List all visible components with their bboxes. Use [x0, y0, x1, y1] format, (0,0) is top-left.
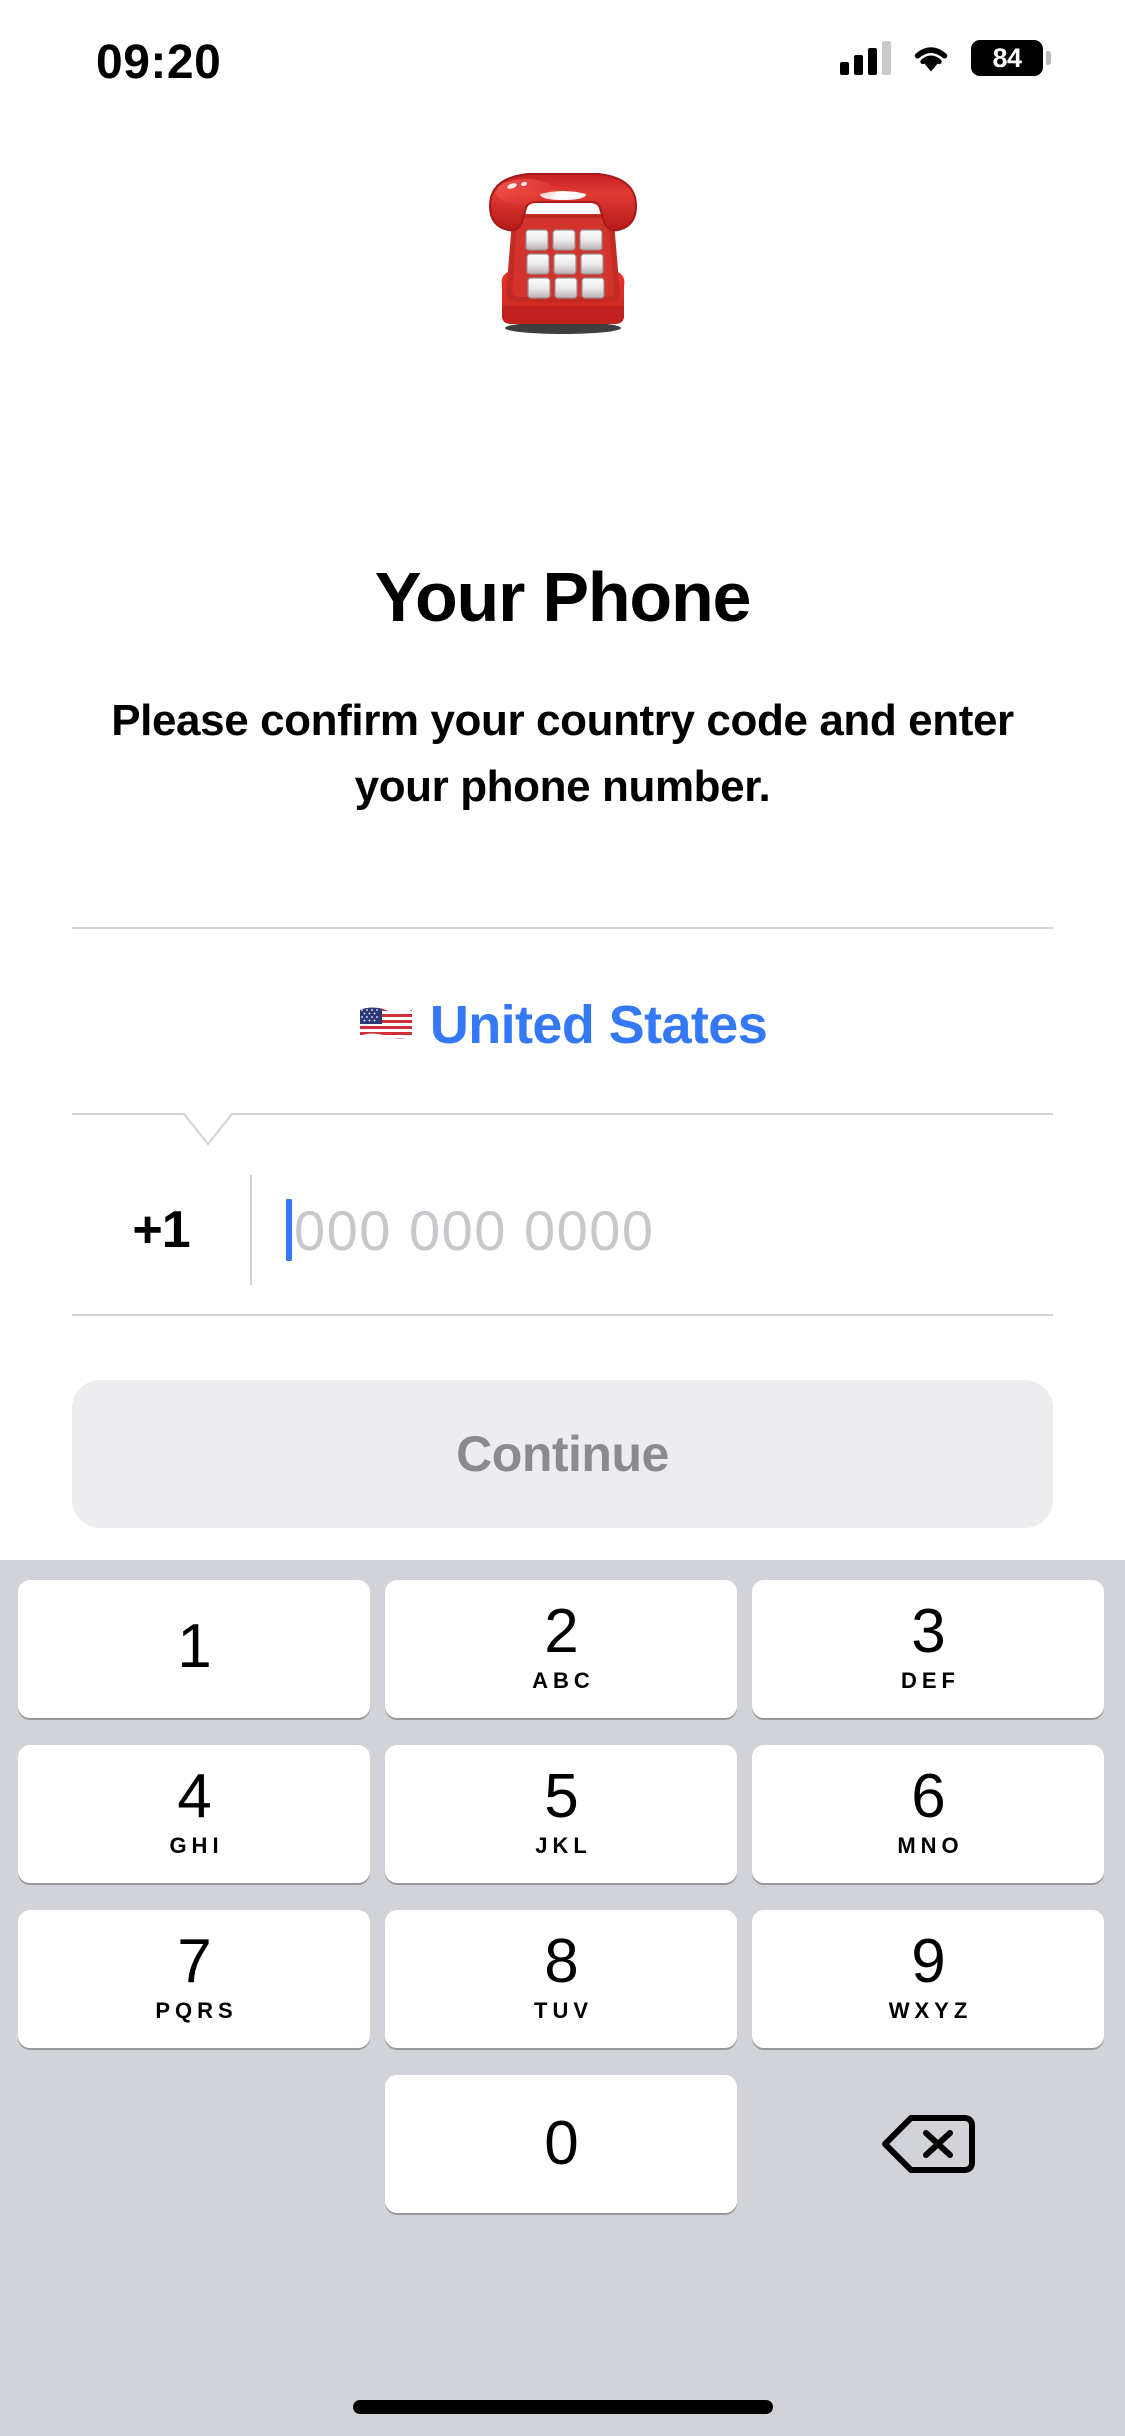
delete-backspace-icon[interactable] — [752, 2075, 1104, 2213]
continue-button[interactable]: Continue — [72, 1380, 1053, 1528]
keypad-letters: PQRS — [155, 1998, 238, 2023]
keypad-digit: 3 — [911, 1597, 945, 1666]
keypad-key-7[interactable]: 7 PQRS — [18, 1910, 370, 2048]
keypad-key-1[interactable]: 1 — [18, 1580, 370, 1718]
numeric-keypad: 1 2 ABC 3 DEF 4 GHI 5 JKL 6 MNO 7 PQRS 8… — [0, 1560, 1125, 2436]
keypad-key-3[interactable]: 3 DEF — [752, 1580, 1104, 1718]
country-selector[interactable]: United States — [72, 980, 1053, 1070]
keypad-key-2[interactable]: 2 ABC — [385, 1580, 737, 1718]
keypad-key-6[interactable]: 6 MNO — [752, 1745, 1104, 1883]
cellular-signal-icon — [840, 41, 891, 75]
keypad-key-9[interactable]: 9 WXYZ — [752, 1910, 1104, 2048]
keypad-digit: 1 — [177, 1612, 211, 1681]
keypad-digit: 9 — [911, 1927, 945, 1996]
keypad-key-4[interactable]: 4 GHI — [18, 1745, 370, 1883]
telephone-emoji — [0, 148, 1125, 340]
keypad-letters: JKL — [535, 1833, 592, 1858]
text-cursor — [286, 1199, 292, 1261]
status-bar-time: 09:20 — [96, 36, 222, 89]
country-code-label: +1 — [132, 1201, 190, 1259]
phone-number-placeholder: 000 000 0000 — [294, 1198, 655, 1262]
status-bar: 09:20 84 — [0, 0, 1125, 132]
keypad-letters: WXYZ — [888, 1998, 973, 2023]
keypad-letters: GHI — [169, 1833, 224, 1858]
status-bar-indicators: 84 — [840, 40, 1051, 76]
keypad-letters: MNO — [897, 1833, 964, 1858]
divider-above-country — [72, 927, 1053, 929]
page-subtitle: Please confirm your country code and ent… — [111, 696, 1014, 811]
keypad-digit: 2 — [544, 1597, 578, 1666]
keypad-grid: 1 2 ABC 3 DEF 4 GHI 5 JKL 6 MNO 7 PQRS 8… — [18, 1580, 1107, 2213]
battery-icon: 84 — [971, 40, 1051, 76]
keypad-letters: DEF — [901, 1668, 960, 1693]
keypad-digit: 6 — [911, 1762, 945, 1831]
keypad-letters: ABC — [532, 1668, 595, 1693]
keypad-digit: 0 — [544, 2109, 578, 2178]
keypad-digit: 7 — [177, 1927, 211, 1996]
keypad-key-5[interactable]: 5 JKL — [385, 1745, 737, 1883]
battery-level-label: 84 — [992, 42, 1022, 73]
keypad-blank-cell — [18, 2075, 370, 2213]
keypad-key-0[interactable]: 0 — [385, 2075, 737, 2213]
continue-button-label: Continue — [456, 1426, 669, 1482]
keypad-digit: 8 — [544, 1927, 578, 1996]
home-indicator — [352, 2400, 773, 2414]
page-title: Your Phone — [374, 558, 752, 636]
phone-number-entry-screen: 09:20 84 Your Phone Please confirm your … — [0, 0, 1125, 2436]
keypad-digit: 5 — [544, 1762, 578, 1831]
divider-below-phone — [72, 1314, 1053, 1316]
keypad-key-8[interactable]: 8 TUV — [385, 1910, 737, 2048]
country-name-label: United States — [429, 995, 768, 1055]
phone-number-row[interactable]: +1 000 000 0000 — [72, 1170, 1053, 1290]
divider-with-chevron-notch — [72, 1100, 1053, 1160]
keypad-digit: 4 — [177, 1762, 211, 1831]
wifi-icon — [909, 41, 953, 75]
us-flag-icon — [358, 1005, 414, 1045]
keypad-letters: TUV — [534, 1998, 593, 2023]
phone-number-input[interactable]: 000 000 0000 — [252, 1198, 1053, 1263]
